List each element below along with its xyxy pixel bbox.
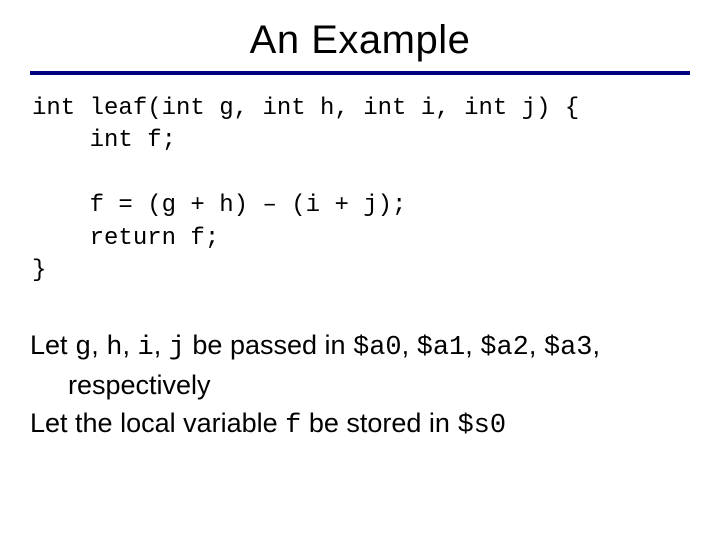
title-rule: [30, 71, 690, 75]
reg-a3: $a3: [544, 333, 593, 363]
t: Let: [30, 330, 75, 360]
reg-a0: $a0: [353, 333, 402, 363]
t: ,: [154, 330, 169, 360]
reg-s0: $s0: [457, 411, 506, 441]
t: ,: [465, 330, 480, 360]
reg-a1: $a1: [417, 333, 466, 363]
t: ,: [122, 330, 137, 360]
t: Let the local variable: [30, 408, 285, 438]
var-h: h: [106, 333, 122, 363]
slide: An Example int leaf(int g, int h, int i,…: [0, 0, 720, 540]
var-i: i: [137, 333, 153, 363]
slide-title: An Example: [30, 18, 690, 63]
t: be stored in: [301, 408, 457, 438]
var-f: f: [285, 411, 301, 441]
body-text: Let g, h, i, j be passed in $a0, $a1, $a…: [30, 327, 690, 444]
t: ,: [91, 330, 106, 360]
code-block: int leaf(int g, int h, int i, int j) { i…: [32, 93, 690, 287]
var-j: j: [169, 333, 185, 363]
var-g: g: [75, 333, 91, 363]
body-line-1: Let g, h, i, j be passed in $a0, $a1, $a…: [30, 327, 690, 403]
t: ,: [529, 330, 544, 360]
body-line-2: Let the local variable f be stored in $s…: [30, 405, 690, 444]
reg-a2: $a2: [480, 333, 529, 363]
t: be passed in: [185, 330, 353, 360]
t: ,: [402, 330, 417, 360]
